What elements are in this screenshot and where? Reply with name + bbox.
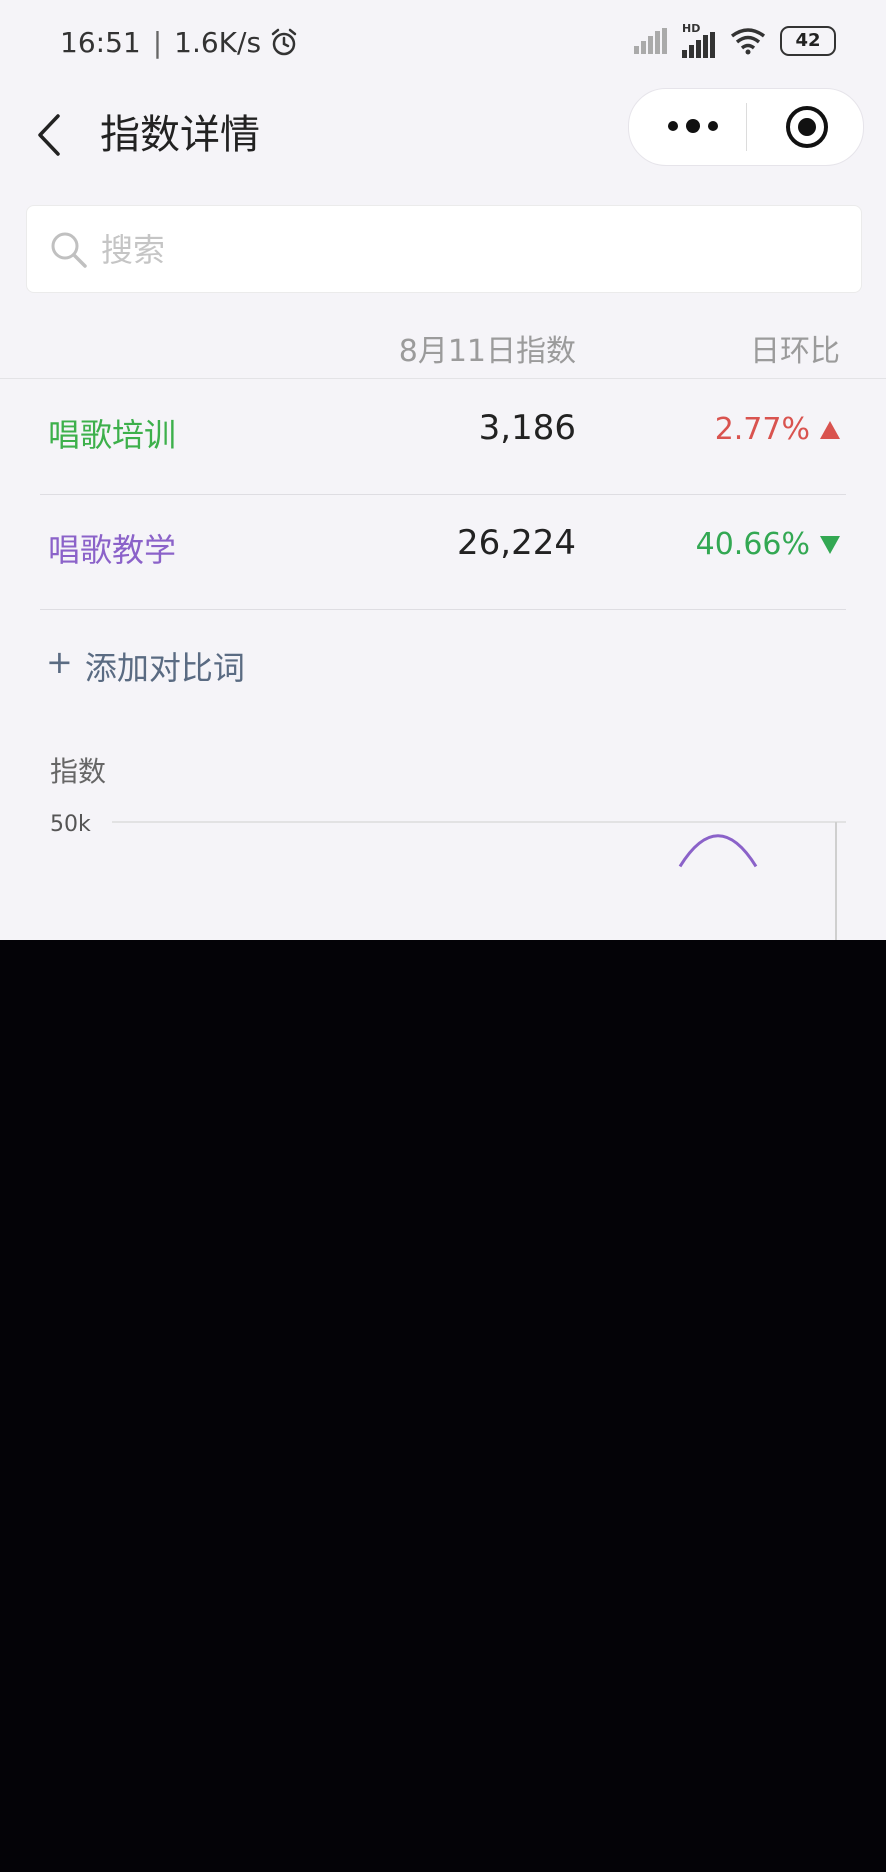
ratio-value: 2.77% xyxy=(715,412,840,447)
network-speed: 1.6K/s xyxy=(174,26,262,59)
table-row[interactable]: 唱歌培训 3,186 2.77% xyxy=(40,380,846,495)
table-row[interactable]: 唱歌教学 26,224 40.66% xyxy=(40,495,846,610)
capsule-divider xyxy=(746,103,747,151)
y-tick-label: 50k xyxy=(50,812,91,837)
index-value: 26,224 xyxy=(457,523,576,563)
nav-bar: 指数详情 xyxy=(0,88,886,198)
back-arrow-icon[interactable] xyxy=(30,100,80,170)
ratio-text: 40.66% xyxy=(695,527,810,562)
search-box xyxy=(26,205,862,294)
add-compare-button[interactable]: + 添加对比词 xyxy=(46,643,245,689)
header-date-index: 8月11日指数 xyxy=(398,334,576,369)
ratio-text: 2.77% xyxy=(714,412,810,447)
wifi-icon xyxy=(730,28,766,55)
status-separator: | xyxy=(152,26,163,59)
status-bar: 16:51 | 1.6K/s HD 42 xyxy=(0,0,886,88)
status-time: 16:51 xyxy=(60,26,141,59)
series-line xyxy=(678,834,758,868)
close-target-icon[interactable] xyxy=(784,104,830,150)
more-dots-icon[interactable] xyxy=(665,111,721,141)
status-right: HD 42 xyxy=(634,22,836,58)
index-value: 3,186 xyxy=(478,408,576,448)
miniprogram-capsule xyxy=(628,88,864,166)
ratio-value: 40.66% xyxy=(696,527,840,562)
signal-icon xyxy=(634,28,667,54)
add-compare-label: 添加对比词 xyxy=(84,649,245,687)
chart-y-axis-label: 指数 xyxy=(50,755,107,788)
signal-hd-icon: HD xyxy=(682,22,716,58)
keyword-label: 唱歌培训 xyxy=(48,416,177,454)
search-input[interactable] xyxy=(99,206,843,294)
header-day-ratio: 日环比 xyxy=(750,334,840,369)
keyword-label: 唱歌教学 xyxy=(48,531,177,569)
search-icon xyxy=(51,232,87,268)
blank-overlay xyxy=(0,940,886,1872)
status-left: 16:51 | 1.6K/s xyxy=(60,26,299,59)
index-trend-chart: 50k xyxy=(50,812,846,940)
arrow-down-icon xyxy=(820,535,840,554)
arrow-up-icon xyxy=(820,420,840,439)
app-screen: 16:51 | 1.6K/s HD 42 指数详情 搜索 8月11日指数 日环比… xyxy=(0,0,886,940)
plus-icon: + xyxy=(46,643,73,681)
battery-indicator: 42 xyxy=(780,26,836,56)
table-header: 8月11日指数 日环比 xyxy=(0,318,886,379)
alarm-icon xyxy=(271,28,297,55)
page-title: 指数详情 xyxy=(100,112,260,158)
